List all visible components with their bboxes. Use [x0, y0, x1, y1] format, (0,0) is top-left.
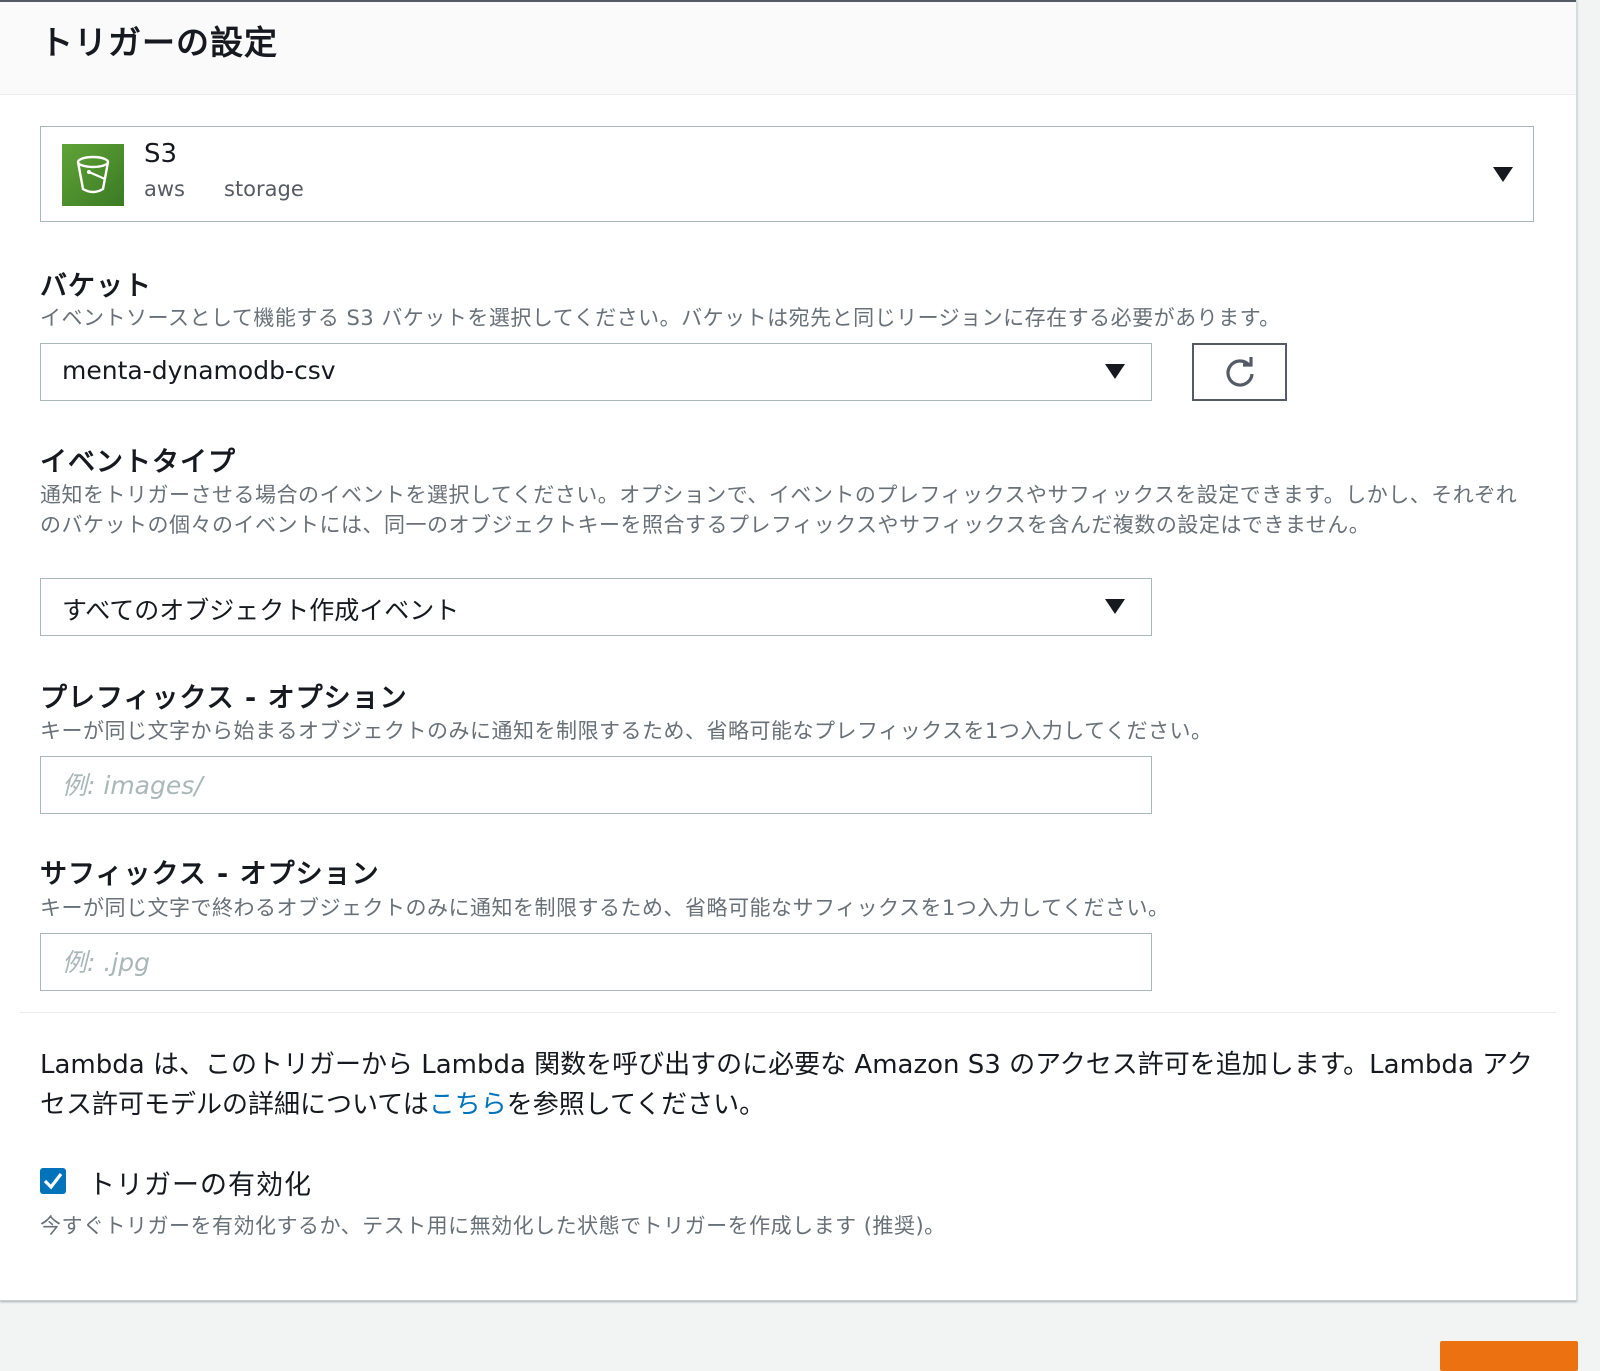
- event-type-select[interactable]: すべてのオブジェクト作成イベント: [40, 578, 1152, 636]
- permission-info-text: Lambda は、このトリガーから Lambda 関数を呼び出すのに必要な Am…: [40, 1050, 1533, 1120]
- prefix-input[interactable]: [40, 756, 1152, 814]
- trigger-config-panel: トリガーの設定 S3 aws storage バケット イベントソースとして機能…: [0, 0, 1577, 1301]
- prefix-label: プレフィックス - オプション: [40, 683, 408, 714]
- bucket-select-value: menta-dynamodb-csv: [62, 356, 336, 385]
- divider: [20, 1012, 1556, 1013]
- panel-header: トリガーの設定: [0, 0, 1576, 95]
- source-name: S3: [144, 139, 178, 169]
- panel-title: トリガーの設定: [40, 23, 278, 62]
- enable-trigger-label: トリガーの有効化: [88, 1170, 312, 1201]
- footer-add-button[interactable]: [1440, 1341, 1578, 1371]
- trigger-source-select[interactable]: S3 aws storage: [40, 126, 1534, 222]
- s3-bucket-icon: [62, 144, 124, 206]
- source-tag-aws: aws: [144, 177, 185, 201]
- suffix-label: サフィックス - オプション: [40, 859, 380, 890]
- caret-down-icon: [1493, 167, 1513, 182]
- refresh-icon: [1226, 357, 1254, 387]
- event-type-label: イベントタイプ: [40, 447, 236, 478]
- enable-trigger-checkbox[interactable]: [40, 1168, 66, 1194]
- bucket-select[interactable]: menta-dynamodb-csv: [40, 343, 1152, 401]
- caret-down-icon: [1105, 364, 1125, 379]
- footer-cancel-link[interactable]: [1230, 1345, 1380, 1361]
- suffix-input[interactable]: [40, 933, 1152, 991]
- bucket-label: バケット: [40, 271, 152, 302]
- permission-model-link[interactable]: こちら: [429, 1090, 507, 1120]
- enable-trigger-description: 今すぐトリガーを有効化するか、テスト用に無効化した状態でトリガーを作成します (…: [40, 1214, 946, 1238]
- event-type-description: 通知をトリガーさせる場合のイベントを選択してください。オプションで、イベントのプ…: [40, 483, 1518, 537]
- source-tag-storage: storage: [224, 177, 304, 201]
- permission-info-text-end: を参照してください。: [506, 1090, 766, 1120]
- permission-info: Lambda は、このトリガーから Lambda 関数を呼び出すのに必要な Am…: [40, 1045, 1540, 1125]
- caret-down-icon: [1105, 599, 1125, 614]
- bucket-description: イベントソースとして機能する S3 バケットを選択してください。バケットは宛先と…: [40, 306, 1281, 330]
- prefix-description: キーが同じ文字から始まるオブジェクトのみに通知を制限するため、省略可能なプレフィ…: [40, 719, 1213, 743]
- refresh-button[interactable]: [1192, 343, 1287, 401]
- checkmark-icon: [43, 1173, 63, 1190]
- event-type-select-value: すべてのオブジェクト作成イベント: [62, 596, 460, 625]
- suffix-description: キーが同じ文字で終わるオブジェクトのみに通知を制限するため、省略可能なサフィック…: [40, 896, 1170, 920]
